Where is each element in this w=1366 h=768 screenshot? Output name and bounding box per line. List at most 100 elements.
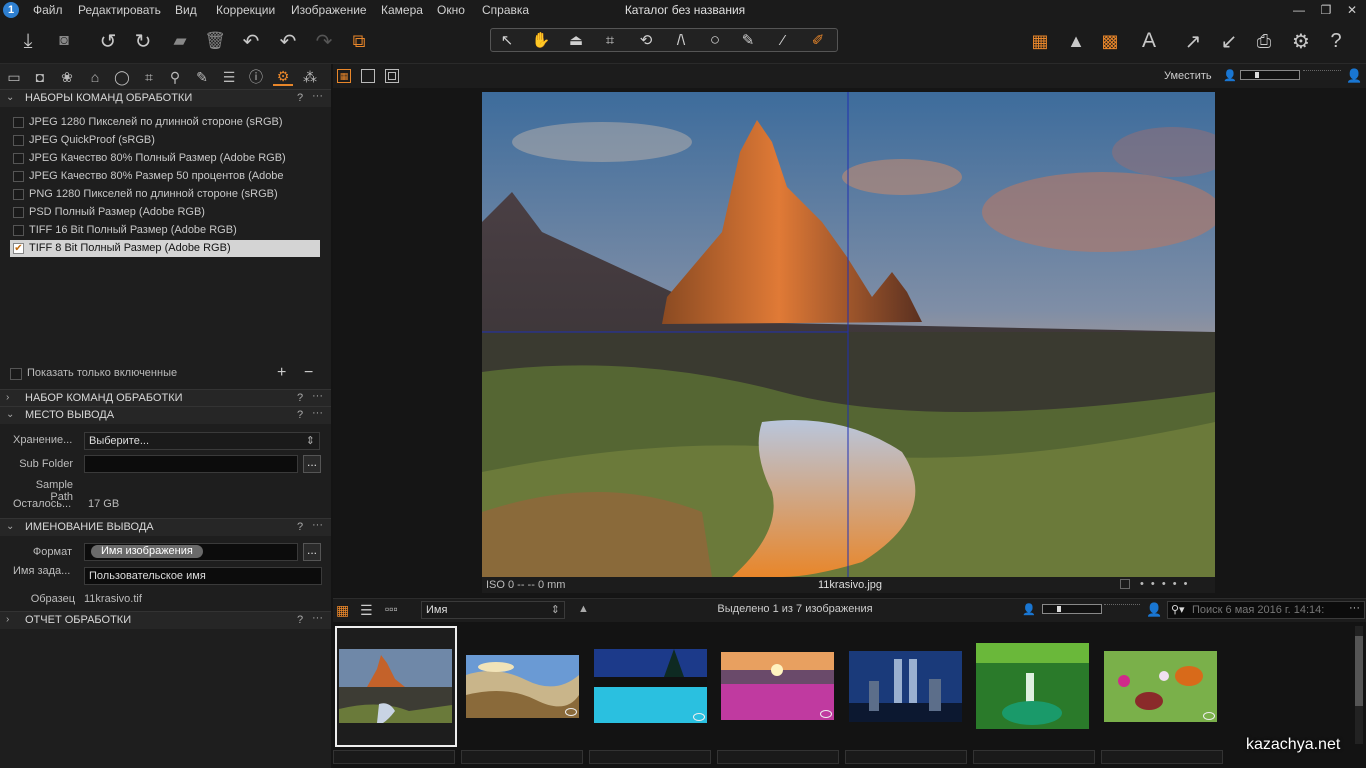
folder-tab-icon[interactable]: ▭ — [4, 68, 24, 86]
pan-icon[interactable]: ✋ — [528, 30, 554, 50]
single-view-icon[interactable] — [361, 69, 375, 83]
proof-view-icon[interactable] — [385, 69, 399, 83]
menu-view[interactable]: Вид — [175, 3, 197, 17]
recipe-checkbox[interactable] — [13, 171, 24, 182]
thumb-rating-row[interactable] — [589, 750, 711, 764]
focus-mask-icon[interactable]: ▩ — [1097, 28, 1123, 54]
print-icon[interactable]: ⎙ — [1251, 28, 1277, 54]
crop-tab-icon[interactable]: ⌗ — [139, 68, 159, 86]
move-to-icon[interactable]: ▰ — [167, 28, 193, 54]
recipe-checkbox[interactable] — [13, 207, 24, 218]
grid-view-icon[interactable]: ▦ — [336, 602, 349, 619]
job-name-input[interactable]: Пользовательское имя — [84, 567, 322, 585]
loupe-icon[interactable]: ⏏ — [563, 30, 589, 50]
recipe-checkbox[interactable] — [13, 135, 24, 146]
menu-adjustments[interactable]: Коррекции — [216, 3, 275, 17]
thumbnail-butterflies[interactable] — [1104, 651, 1217, 722]
thumbnail-waterfall[interactable] — [976, 643, 1089, 729]
recipe-checkbox[interactable] — [13, 225, 24, 236]
export-icon[interactable]: ↗ — [1180, 28, 1206, 54]
recipe-item[interactable]: JPEG Качество 80% Полный Размер (Adobe R… — [10, 150, 320, 167]
import-arrow-icon[interactable]: ↙ — [1216, 28, 1242, 54]
recipe-checkbox[interactable] — [13, 189, 24, 200]
caption-rating[interactable]: • • • • • — [1140, 578, 1189, 590]
crop-icon[interactable]: ⌗ — [597, 30, 623, 50]
caption-checkbox[interactable] — [1120, 579, 1130, 589]
thumb-size-slider[interactable] — [1042, 604, 1102, 614]
grid-overlay-icon[interactable]: ▦ — [1027, 28, 1053, 54]
close-button[interactable]: ✕ — [1338, 0, 1366, 20]
color-picker-icon[interactable]: ✐ — [805, 30, 831, 50]
recipe-item[interactable]: JPEG 1280 Пикселей по длинной стороне (s… — [10, 114, 320, 131]
rotate-icon[interactable]: ⟲ — [633, 30, 659, 50]
camera-icon[interactable]: ◙ — [51, 28, 77, 54]
trash-icon[interactable]: 🗑 — [202, 28, 228, 54]
help-icon[interactable]: ? — [297, 521, 303, 533]
recipe-item-selected[interactable]: ✔ TIFF 8 Bit Полный Размер (Adobe RGB) — [10, 240, 320, 257]
keystone-icon[interactable]: /\ — [668, 30, 694, 50]
recipe-item[interactable]: JPEG Качество 80% Размер 50 процентов (A… — [10, 168, 320, 185]
brush-tab-icon[interactable]: ✎ — [192, 68, 212, 86]
sort-direction-icon[interactable]: ▲ — [578, 603, 589, 615]
menu-edit[interactable]: Редактировать — [78, 3, 161, 17]
spot-icon[interactable]: ○ — [702, 30, 728, 50]
recipe-item[interactable]: TIFF 16 Bit Полный Размер (Adobe RGB) — [10, 222, 320, 239]
warning-icon[interactable]: ▲ — [1063, 28, 1089, 54]
subfolder-browse-button[interactable]: ... — [303, 455, 321, 473]
recipe-item[interactable]: JPEG QuickProof (sRGB) — [10, 132, 320, 149]
settings-icon[interactable]: ⚙ — [1288, 28, 1314, 54]
recipe-checkbox-checked[interactable]: ✔ — [13, 243, 24, 254]
thumbnail-mountain[interactable] — [339, 649, 452, 723]
more-icon[interactable]: ··· — [312, 390, 323, 402]
thumbnail-towers[interactable] — [849, 651, 962, 722]
color-tab-icon[interactable]: ❀ — [57, 68, 77, 86]
filmstrip-view-icon[interactable]: ▫▫▫ — [385, 602, 398, 616]
more-icon[interactable]: ··· — [312, 90, 323, 102]
search-input[interactable]: ⚲▾ Поиск 6 мая 2016 г. 14:14: ··· — [1167, 601, 1365, 619]
collapse-arrow-icon[interactable]: ⌄ — [6, 92, 14, 103]
sort-select[interactable]: Имя ⇕ — [421, 601, 565, 619]
select-icon[interactable]: ↖ — [494, 30, 520, 50]
loupe-tab-icon[interactable]: ⚲ — [165, 68, 185, 86]
section-process-recipe-header[interactable]: › НАБОР КОМАНД ОБРАБОТКИ ? ··· — [0, 389, 331, 407]
camera-tab-icon[interactable]: ◘ — [30, 68, 50, 86]
recipe-checkbox[interactable] — [13, 153, 24, 164]
show-enabled-checkbox[interactable] — [10, 368, 22, 380]
exposure-tab-icon[interactable]: ⌂ — [85, 68, 105, 86]
search-icon[interactable]: ⚲▾ — [1171, 603, 1185, 616]
help-icon[interactable]: ? — [297, 614, 303, 626]
menu-help[interactable]: Справка — [482, 3, 529, 17]
thumb-rating-row[interactable] — [717, 750, 839, 764]
brush-icon[interactable]: ✎ — [735, 30, 761, 50]
search-more-icon[interactable]: ··· — [1349, 602, 1360, 614]
thumb-rating-row[interactable] — [1101, 750, 1223, 764]
thumb-rating-row[interactable] — [461, 750, 583, 764]
expand-arrow-icon[interactable]: › — [6, 614, 9, 625]
thumb-rating-row[interactable] — [845, 750, 967, 764]
recipe-checkbox[interactable] — [13, 117, 24, 128]
menu-camera[interactable]: Камера — [381, 3, 423, 17]
format-token[interactable]: Имя изображения — [91, 545, 203, 558]
maximize-button[interactable]: ❐ — [1312, 0, 1340, 20]
info-tab-icon[interactable]: ⓘ — [246, 68, 266, 86]
collapse-arrow-icon[interactable]: ⌄ — [6, 521, 14, 532]
menu-window[interactable]: Окно — [437, 3, 465, 17]
zoom-slider[interactable] — [1240, 70, 1300, 80]
help-icon[interactable]: ? — [297, 92, 303, 104]
subfolder-input[interactable] — [84, 455, 298, 473]
recipe-item[interactable]: PNG 1280 Пикселей по длинной стороне (sR… — [10, 186, 320, 203]
help-icon[interactable]: ? — [297, 392, 303, 404]
import-icon[interactable]: ⤓ — [15, 28, 41, 54]
output-tab-icon[interactable]: ⚙ — [273, 68, 293, 86]
collapse-arrow-icon[interactable]: ⌄ — [6, 409, 14, 420]
picker-icon[interactable]: ⁄ — [770, 30, 796, 50]
section-process-summary-header[interactable]: › ОТЧЕТ ОБРАБОТКИ ? ··· — [0, 611, 331, 629]
section-output-location-header[interactable]: ⌄ МЕСТО ВЫВОДА ? ··· — [0, 406, 331, 424]
remove-recipe-button[interactable]: − — [304, 364, 313, 382]
rotate-left-icon[interactable]: ↺ — [95, 28, 121, 54]
thumbnail-valley[interactable] — [466, 655, 579, 718]
help-icon[interactable]: ? — [297, 409, 303, 421]
thumb-rating-row[interactable] — [333, 750, 455, 764]
recipe-item[interactable]: PSD Полный Размер (Adobe RGB) — [10, 204, 320, 221]
minimize-button[interactable]: — — [1285, 0, 1313, 20]
